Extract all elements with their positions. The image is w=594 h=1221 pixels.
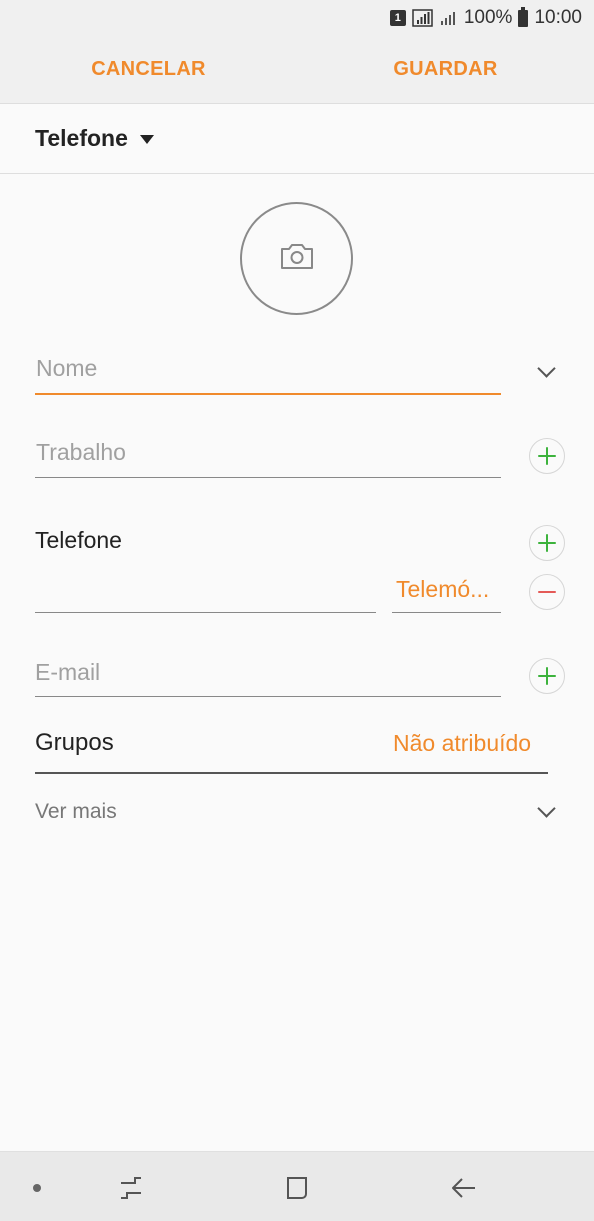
- camera-icon: [279, 241, 315, 276]
- sim-icon: 1: [389, 10, 406, 26]
- email-field[interactable]: [35, 696, 501, 697]
- cancel-button[interactable]: CANCELAR: [0, 36, 297, 103]
- chevron-down-icon[interactable]: [537, 359, 556, 378]
- phone-label: Telefone: [35, 527, 122, 553]
- signal-icon: [412, 9, 434, 27]
- action-bar: CANCELAR GUARDAR: [0, 36, 594, 104]
- work-placeholder: Trabalho: [36, 439, 126, 465]
- phone-type-selector[interactable]: Telemó...: [396, 576, 489, 603]
- dropdown-triangle-icon: [139, 135, 154, 144]
- name-placeholder: Nome: [36, 355, 98, 381]
- add-work-button[interactable]: [529, 438, 565, 474]
- work-field[interactable]: [35, 477, 501, 478]
- chevron-down-icon[interactable]: [537, 799, 556, 818]
- dot-icon: [33, 1184, 41, 1192]
- see-more-label[interactable]: Ver mais: [35, 800, 117, 824]
- groups-field[interactable]: [35, 772, 548, 774]
- add-phone-button[interactable]: [529, 525, 565, 561]
- remove-phone-button[interactable]: [529, 574, 565, 610]
- screen: 1 100% 10:00 CANCELAR GUARDAR Telefone N…: [0, 0, 594, 1221]
- storage-label: Telefone: [35, 125, 128, 151]
- back-icon[interactable]: [443, 1170, 483, 1206]
- save-button[interactable]: GUARDAR: [297, 36, 594, 103]
- home-icon[interactable]: [277, 1170, 317, 1206]
- groups-value[interactable]: Não atribuído: [393, 730, 531, 757]
- battery-icon: [518, 6, 529, 27]
- phone-type-underline: [392, 612, 501, 613]
- battery-percentage: 100%: [463, 7, 513, 28]
- name-field[interactable]: [35, 393, 501, 395]
- recent-apps-icon[interactable]: [111, 1170, 151, 1206]
- add-email-button[interactable]: [529, 658, 565, 694]
- signal-icon: [440, 10, 458, 26]
- phone-number-field[interactable]: [35, 612, 376, 613]
- add-photo-button[interactable]: [240, 202, 353, 315]
- status-bar: 1 100% 10:00: [0, 0, 594, 36]
- email-placeholder: E-mail: [35, 659, 101, 685]
- storage-selector[interactable]: Telefone: [0, 104, 594, 174]
- navigation-bar: [0, 1151, 594, 1221]
- clock: 10:00: [534, 7, 582, 28]
- groups-label: Grupos: [35, 729, 114, 756]
